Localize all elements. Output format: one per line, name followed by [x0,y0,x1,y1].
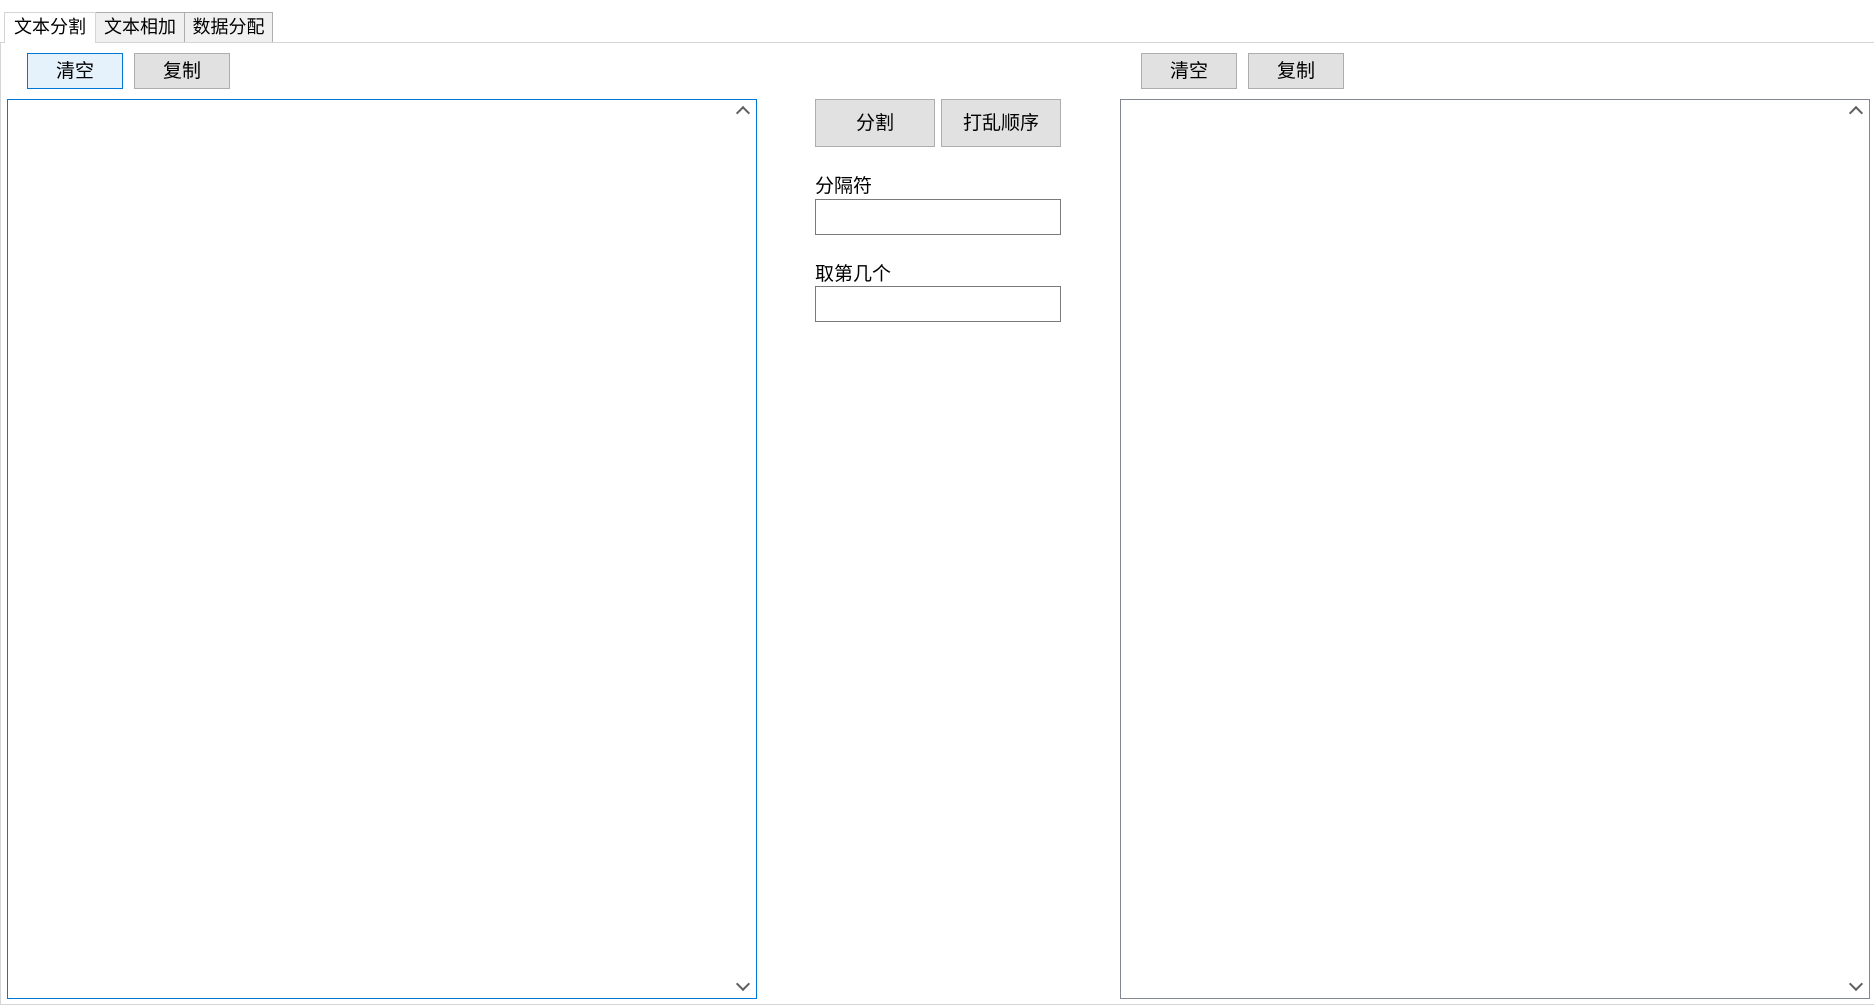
input-textarea[interactable] [8,100,730,998]
input-scrollbar[interactable] [730,100,756,998]
chevron-down-icon[interactable] [730,972,756,998]
split-button[interactable]: 分割 [815,99,935,147]
shuffle-button[interactable]: 打乱顺序 [941,99,1061,147]
window-top-strip [0,0,1874,12]
separator-input[interactable] [815,199,1061,235]
output-scrollbar[interactable] [1843,100,1869,998]
nth-item-input[interactable] [815,286,1061,322]
chevron-down-icon[interactable] [1843,972,1869,998]
left-clear-button[interactable]: 清空 [27,53,123,89]
tab-bar: 文本分割 文本相加 数据分配 [0,12,1874,43]
chevron-up-icon[interactable] [1843,100,1869,126]
right-copy-button[interactable]: 复制 [1248,53,1344,89]
tab-data-distribute[interactable]: 数据分配 [184,12,273,42]
tab-text-split[interactable]: 文本分割 [4,12,96,43]
output-textarea[interactable] [1121,100,1843,998]
chevron-up-icon[interactable] [730,100,756,126]
left-copy-button[interactable]: 复制 [134,53,230,89]
tab-text-concat[interactable]: 文本相加 [95,12,185,42]
separator-label: 分隔符 [815,175,873,197]
right-clear-button[interactable]: 清空 [1141,53,1237,89]
input-textbox[interactable] [7,99,757,999]
output-textbox[interactable] [1120,99,1870,999]
nth-item-label: 取第几个 [815,263,892,285]
